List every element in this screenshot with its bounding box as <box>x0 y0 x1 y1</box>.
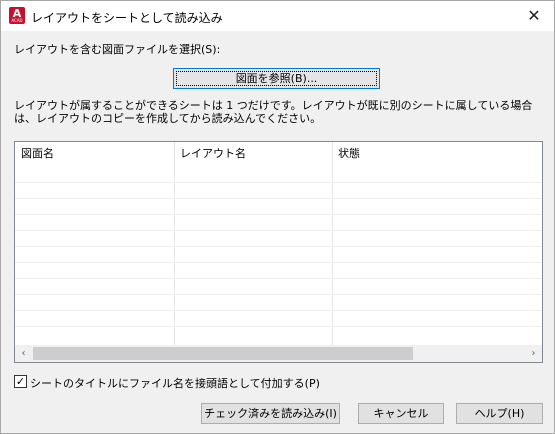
horizontal-scrollbar[interactable]: ‹ › <box>15 345 542 362</box>
autocad-app-icon: A ACAD <box>9 7 25 24</box>
row-gridline <box>15 214 542 215</box>
prefix-filename-checkbox[interactable]: ✓ <box>14 375 27 388</box>
column-header-drawing-name[interactable]: 図面名 <box>15 142 174 166</box>
select-drawing-label: レイアウトを含む図面ファイルを選択(S): <box>14 43 221 56</box>
help-label: ヘルプ(H) <box>474 407 525 420</box>
layouts-list[interactable]: 図面名 レイアウト名 状態 ‹ › <box>14 141 543 363</box>
import-layouts-dialog: A ACAD レイアウトをシートとして読み込み ✕ レイアウトを含む図面ファイル… <box>0 0 555 434</box>
close-button[interactable]: ✕ <box>514 1 554 31</box>
row-gridline <box>15 230 542 231</box>
cancel-button[interactable]: キャンセル <box>358 403 444 424</box>
import-checked-button[interactable]: チェック済みを読み込み(I) <box>201 403 340 424</box>
row-gridline <box>15 246 542 247</box>
row-gridline <box>15 294 542 295</box>
app-icon-sub: ACAD <box>11 18 23 23</box>
prefix-filename-label[interactable]: シートのタイトルにファイル名を接頭語として付加する(P) <box>30 375 320 391</box>
info-text: レイアウトが属することができるシートは 1 つだけです。レイアウトが既に別のシー… <box>14 99 533 125</box>
import-checked-label: チェック済みを読み込み(I) <box>204 407 337 420</box>
column-header-layout-name[interactable]: レイアウト名 <box>174 142 332 166</box>
row-gridline <box>15 278 542 279</box>
title-bar: A ACAD レイアウトをシートとして読み込み ✕ <box>1 1 554 31</box>
row-gridline <box>15 262 542 263</box>
browse-drawing-button[interactable]: 図面を参照(B)... <box>173 68 380 89</box>
scroll-right-icon[interactable]: › <box>525 345 542 362</box>
close-icon: ✕ <box>527 6 541 25</box>
column-divider <box>174 142 175 346</box>
cancel-label: キャンセル <box>373 407 429 420</box>
list-header: 図面名 レイアウト名 状態 <box>15 142 542 166</box>
help-button[interactable]: ヘルプ(H) <box>456 403 543 424</box>
window-title: レイアウトをシートとして読み込み <box>31 11 223 25</box>
row-gridline <box>15 310 542 311</box>
checkmark-icon: ✓ <box>15 375 26 388</box>
scroll-left-icon[interactable]: ‹ <box>15 345 32 362</box>
column-header-status[interactable]: 状態 <box>332 142 542 166</box>
row-gridline <box>15 326 542 327</box>
row-gridline <box>15 198 542 199</box>
scrollbar-thumb[interactable] <box>33 347 413 360</box>
column-divider <box>332 142 333 346</box>
row-gridline <box>15 182 542 183</box>
focus-rectangle <box>176 71 377 86</box>
